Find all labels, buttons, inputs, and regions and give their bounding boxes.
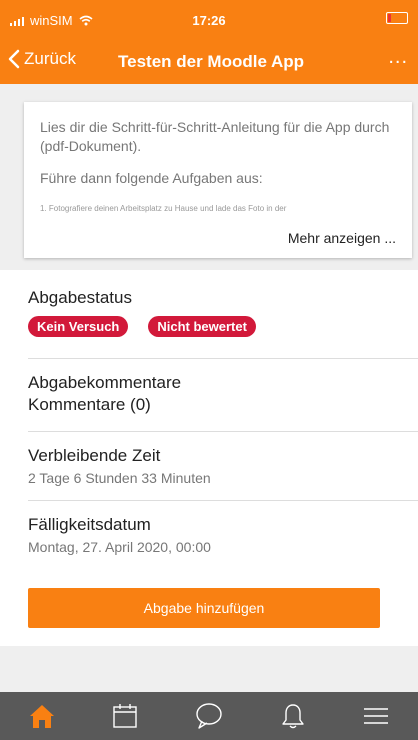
section-title: Fälligkeitsdatum <box>28 515 151 534</box>
messages-icon <box>196 703 222 729</box>
due-date-section: Fälligkeitsdatum Montag, 27. April 2020,… <box>28 501 418 571</box>
comments-section[interactable]: Abgabekommentare Kommentare (0) <box>28 359 418 432</box>
tab-notifications[interactable] <box>273 696 313 736</box>
section-title: Abgabestatus <box>28 288 132 307</box>
bottom-tab-bar <box>0 692 418 740</box>
calendar-icon <box>113 704 138 728</box>
show-more-link[interactable]: Mehr anzeigen ... <box>288 230 396 246</box>
battery-icon <box>386 12 408 24</box>
page-title: Testen der Moodle App <box>118 52 305 71</box>
more-options-button[interactable]: ... <box>388 46 408 69</box>
assignment-details: Abgabestatus Kein Versuch Nicht bewertet… <box>0 270 418 646</box>
status-bar: winSIM 17:26 <box>0 0 418 40</box>
tab-home[interactable] <box>22 696 62 736</box>
intro-paragraph: Führe dann folgende Aufgaben aus: <box>40 170 263 186</box>
chevron-left-icon <box>8 49 20 69</box>
app-header: Zurück Testen der Moodle App ... <box>0 40 418 84</box>
comments-count: Kommentare (0) <box>28 395 151 414</box>
back-label: Zurück <box>24 49 76 68</box>
back-button[interactable]: Zurück <box>8 49 76 69</box>
remaining-time-value: 2 Tage 6 Stunden 33 Minuten <box>28 470 211 486</box>
grading-badge: Nicht bewertet <box>148 316 256 337</box>
due-date-value: Montag, 27. April 2020, 00:00 <box>28 539 211 555</box>
notifications-icon <box>281 704 304 729</box>
section-title: Abgabekommentare <box>28 373 182 392</box>
status-badges: Kein Versuch Nicht bewertet <box>28 316 418 337</box>
intro-card: Lies dir die Schritt-für-Schritt-Anleitu… <box>24 102 412 258</box>
add-submission-button[interactable]: Abgabe hinzufügen <box>28 588 380 628</box>
tab-messages[interactable] <box>189 696 229 736</box>
home-icon <box>29 705 54 728</box>
submission-status-section: Abgabestatus Kein Versuch Nicht bewertet <box>28 270 418 359</box>
section-title: Verbleibende Zeit <box>28 446 161 465</box>
status-badge: Kein Versuch <box>28 316 129 337</box>
tab-calendar[interactable] <box>105 696 145 736</box>
intro-paragraph: Lies dir die Schritt-für-Schritt-Anleitu… <box>40 119 390 154</box>
menu-icon <box>364 708 389 724</box>
status-time: 17:26 <box>192 13 226 28</box>
remaining-time-section: Verbleibende Zeit 2 Tage 6 Stunden 33 Mi… <box>28 432 418 501</box>
tab-menu[interactable] <box>356 696 396 736</box>
